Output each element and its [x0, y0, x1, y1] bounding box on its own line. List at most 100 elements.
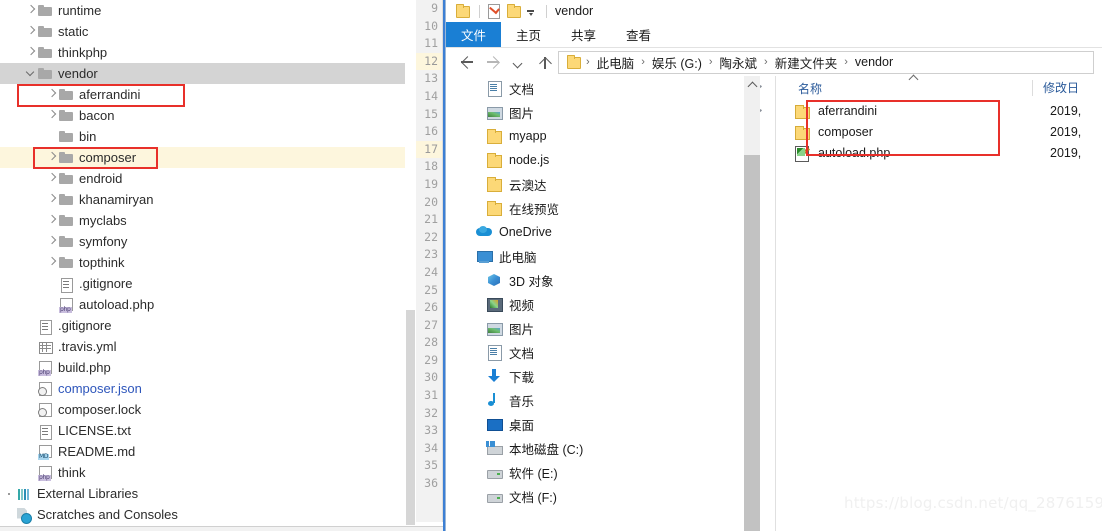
- properties-icon[interactable]: [485, 3, 501, 19]
- tree-row[interactable]: aferrandini: [0, 84, 405, 105]
- navigation-scrollbar-thumb[interactable]: [744, 155, 760, 531]
- nav-item[interactable]: myapp: [446, 124, 776, 148]
- chevron-right-icon[interactable]: [26, 21, 37, 42]
- nav-item[interactable]: 文档 (F:): [446, 484, 776, 508]
- tree-row[interactable]: .gitignore: [0, 273, 405, 294]
- line-number: 19: [424, 176, 438, 191]
- file-rows-container[interactable]: aferrandini 2019, composer 2019, autoload.ph…: [794, 100, 1102, 163]
- chevron-right-icon[interactable]: [47, 252, 58, 273]
- breadcrumb-item[interactable]: vendor: [853, 55, 895, 69]
- nav-item[interactable]: 桌面: [446, 412, 776, 436]
- nav-item[interactable]: 在线预览: [446, 196, 776, 220]
- tree-row[interactable]: khanamiryan: [0, 189, 405, 210]
- line-number: 36: [424, 476, 438, 491]
- breadcrumb-item[interactable]: 娱乐 (G:): [650, 53, 704, 72]
- tree-row[interactable]: .gitignore: [0, 315, 405, 336]
- tree-row[interactable]: static: [0, 21, 405, 42]
- file-list-view[interactable]: 名称 修改日 aferrandini 2019, composer 2019, auto…: [776, 76, 1102, 531]
- breadcrumb-item[interactable]: 此电脑: [595, 53, 637, 72]
- ribbon-tab[interactable]: 文件: [446, 22, 502, 47]
- file-row[interactable]: aferrandini 2019,: [794, 100, 1102, 121]
- chevron-right-icon[interactable]: [47, 231, 58, 252]
- tree-row[interactable]: runtime: [0, 0, 405, 21]
- tree-row[interactable]: bacon: [0, 105, 405, 126]
- file-list-column-headers[interactable]: 名称 修改日: [794, 76, 1102, 100]
- ribbon-tab[interactable]: 主页: [501, 22, 556, 47]
- nav-item[interactable]: 文档: [446, 340, 776, 364]
- tree-row[interactable]: thinkphp: [0, 42, 405, 63]
- breadcrumb-item[interactable]: 陶永斌: [718, 53, 760, 72]
- nav-item[interactable]: 文档: [446, 76, 776, 100]
- ide-tree-scrollbar[interactable]: [405, 0, 416, 526]
- nav-item[interactable]: 音乐: [446, 388, 776, 412]
- scroll-up-arrow-icon[interactable]: [744, 76, 760, 93]
- tree-row[interactable]: think: [0, 462, 405, 483]
- nav-item[interactable]: node.js: [446, 148, 776, 172]
- tree-row[interactable]: endroid: [0, 168, 405, 189]
- tree-row[interactable]: composer.lock: [0, 399, 405, 420]
- tree-row[interactable]: LICENSE.txt: [0, 420, 405, 441]
- up-button[interactable]: [532, 50, 558, 74]
- column-header-name[interactable]: 名称: [794, 80, 1032, 97]
- new-folder-icon[interactable]: [505, 3, 521, 19]
- nav-item[interactable]: 软件 (E:): [446, 460, 776, 484]
- folder-icon: [794, 103, 810, 119]
- chevron-right-icon[interactable]: [47, 84, 58, 105]
- navigation-scrollbar-track[interactable]: [744, 93, 760, 531]
- nav-item[interactable]: 视频: [446, 292, 776, 316]
- navigation-pane[interactable]: 文档 图片 myapp node.js 云澳达 在线预览 OneDrive 此电脑 3D 对象视…: [446, 76, 776, 531]
- nav-item[interactable]: 图片: [446, 100, 776, 124]
- navigation-pane-list[interactable]: 文档 图片 myapp node.js 云澳达 在线预览 OneDrive 此电脑 3D 对象视…: [446, 76, 776, 508]
- tree-row[interactable]: symfony: [0, 231, 405, 252]
- nav-item[interactable]: 云澳达: [446, 172, 776, 196]
- ribbon-tab[interactable]: 查看: [611, 22, 666, 47]
- breadcrumb-item[interactable]: 新建文件夹: [773, 53, 840, 72]
- nav-item[interactable]: 此电脑: [446, 244, 776, 268]
- chevron-right-icon[interactable]: [47, 189, 58, 210]
- tree-row[interactable]: README.md: [0, 441, 405, 462]
- chevron-down-icon[interactable]: [26, 63, 37, 84]
- recent-locations-button[interactable]: [506, 50, 532, 74]
- tree-row[interactable]: Scratches and Consoles: [0, 504, 405, 525]
- tree-row-label: .travis.yml: [58, 339, 117, 354]
- chevron-right-icon[interactable]: [47, 105, 58, 126]
- forward-button[interactable]: [480, 50, 506, 74]
- ide-tree-scrollbar-thumb[interactable]: [406, 310, 415, 525]
- tree-row[interactable]: autoload.php: [0, 294, 405, 315]
- chevron-down-icon[interactable]: [525, 3, 537, 19]
- nav-item[interactable]: 本地磁盘 (C:): [446, 436, 776, 460]
- chevron-right-icon[interactable]: [26, 42, 37, 63]
- navigation-pane-scrollbar[interactable]: [744, 76, 760, 531]
- drive-c-icon: [486, 440, 503, 456]
- breadcrumb[interactable]: › 此电脑 › 娱乐 (G:) › 陶永斌 › 新建文件夹 › vendor: [558, 50, 1094, 74]
- tree-row[interactable]: composer.json: [0, 378, 405, 399]
- tree-row[interactable]: composer: [0, 147, 405, 168]
- ribbon-tab[interactable]: 共享: [556, 22, 611, 47]
- nav-item[interactable]: 图片: [446, 316, 776, 340]
- chevron-right-icon[interactable]: [47, 147, 58, 168]
- folder-icon[interactable]: [454, 3, 470, 19]
- chevron-right-icon[interactable]: [47, 168, 58, 189]
- file-row[interactable]: autoload.php 2019,: [794, 142, 1102, 163]
- column-header-date[interactable]: 修改日: [1032, 80, 1079, 96]
- docs-icon: [486, 80, 502, 97]
- project-file-tree[interactable]: runtime static thinkphp vendor aferrandini ba…: [0, 0, 405, 526]
- tree-spacer[interactable]: [5, 483, 16, 504]
- file-row[interactable]: composer 2019,: [794, 121, 1102, 142]
- tree-row[interactable]: build.php: [0, 357, 405, 378]
- nav-item-label: 图片: [509, 106, 535, 121]
- nav-item[interactable]: 下载: [446, 364, 776, 388]
- tree-row[interactable]: vendor: [0, 63, 405, 84]
- tree-row[interactable]: myclabs: [0, 210, 405, 231]
- back-button[interactable]: [454, 50, 480, 74]
- chevron-right-icon[interactable]: [47, 210, 58, 231]
- ribbon-tab-bar[interactable]: 文件 主页 共享 查看: [446, 22, 1102, 48]
- tree-row[interactable]: External Libraries: [0, 483, 405, 504]
- tree-row[interactable]: .travis.yml: [0, 336, 405, 357]
- tree-row[interactable]: bin: [0, 126, 405, 147]
- chevron-right-icon[interactable]: [26, 0, 37, 21]
- tree-row[interactable]: topthink: [0, 252, 405, 273]
- nav-item[interactable]: OneDrive: [446, 220, 776, 244]
- nav-item[interactable]: 3D 对象: [446, 268, 776, 292]
